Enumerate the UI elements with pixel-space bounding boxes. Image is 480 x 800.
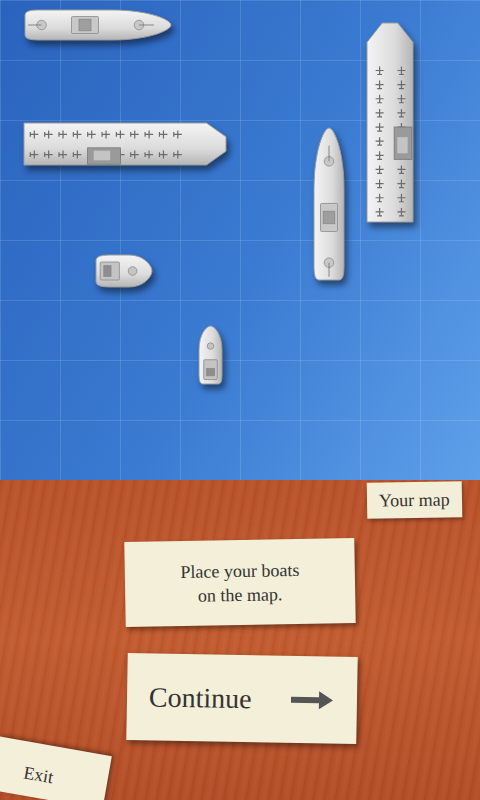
- instruction-line: on the map.: [198, 582, 283, 607]
- continue-label: Continue: [149, 676, 252, 720]
- wood-table: Your map Place your boatson the map. Conti…: [0, 480, 480, 800]
- carrier-boat[interactable]: [364, 22, 416, 224]
- sea-map[interactable]: [0, 0, 480, 480]
- game-screen: Your map Place your boatson the map. Conti…: [0, 0, 480, 800]
- battleship-boat[interactable]: [312, 127, 346, 283]
- your-map-tab[interactable]: Your map: [367, 481, 462, 519]
- instruction-note: Place your boatson the map.: [124, 538, 355, 627]
- instruction-line: Place your boats: [180, 557, 299, 583]
- carrier-boat[interactable]: [22, 120, 227, 168]
- patrol-boat[interactable]: [197, 325, 224, 387]
- continue-button[interactable]: Continue: [126, 653, 357, 744]
- patrol-boat[interactable]: [93, 253, 153, 289]
- arrow-right-icon: [289, 688, 335, 711]
- exit-button[interactable]: Exit: [0, 737, 112, 800]
- battleship-boat[interactable]: [22, 8, 172, 42]
